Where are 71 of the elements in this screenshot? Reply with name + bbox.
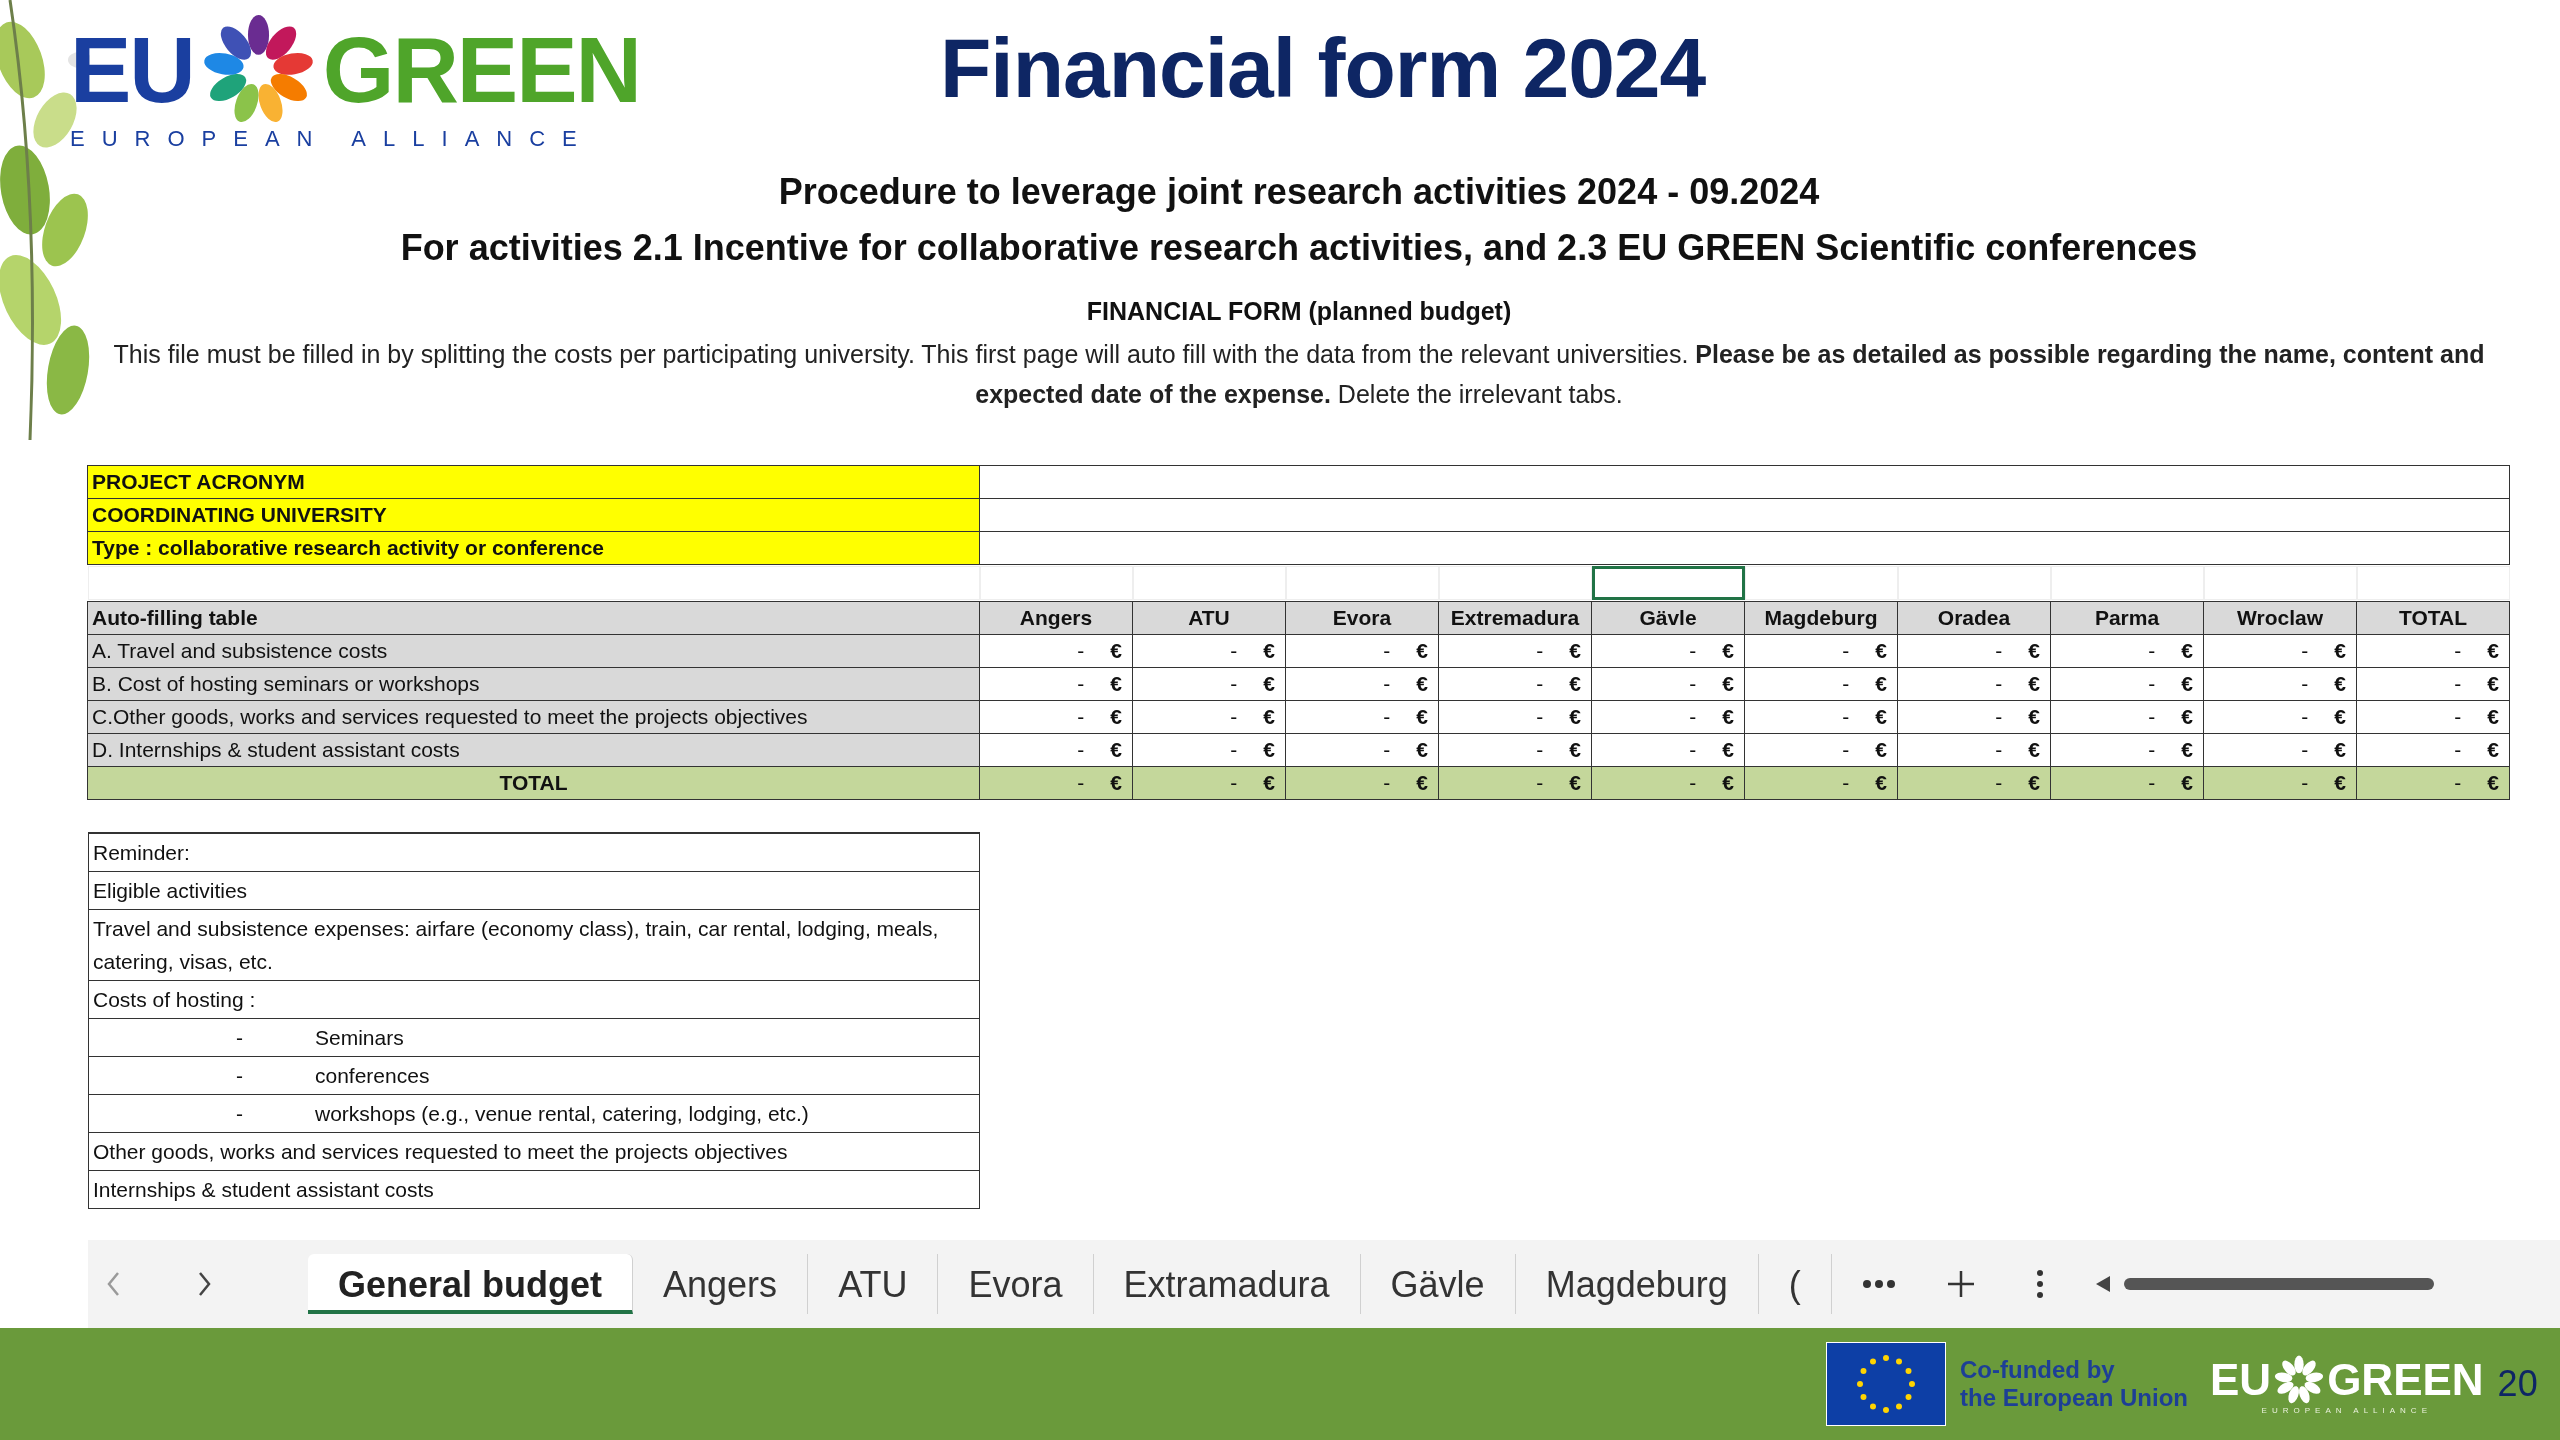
row-label-cell: C.Other goods, works and services requested to meet the projects objectives	[87, 700, 980, 734]
amount-cell: - €	[2050, 766, 2204, 800]
bullet-dash: -	[235, 1101, 244, 1127]
reminder-cell: Eligible activities	[88, 872, 980, 910]
funding-text: the European Union	[1960, 1384, 2188, 1412]
amount-cell: - €	[2203, 766, 2357, 800]
menu-icon[interactable]	[2035, 1269, 2044, 1299]
table-header-cell: Auto-filling table	[87, 601, 980, 635]
row-label-cell: B. Cost of hosting seminars or workshops	[87, 667, 980, 701]
eu-flag-icon	[1826, 1342, 1946, 1426]
column-header: Evora	[1285, 601, 1439, 635]
info-value-cell[interactable]	[979, 465, 2510, 499]
info-label-cell: COORDINATING UNIVERSITY	[87, 498, 980, 532]
reminder-cell: Travel and subsistence expenses: airfare (economy class), train, car rental, lodging, meals, catering, visas, etc.	[88, 910, 980, 981]
info-label-cell: Type : collaborative research activity or conference	[87, 531, 980, 565]
amount-cell: - €	[1438, 766, 1592, 800]
reminder-cell: Other goods, works and services requested to meet the projects objectives	[88, 1133, 980, 1171]
row-label-cell: A. Travel and subsistence costs	[87, 634, 980, 668]
sheet-tab[interactable]: General budget	[308, 1254, 634, 1314]
reminder-cell: Internships & student assistant costs	[88, 1171, 980, 1209]
logo-text: EU	[2210, 1354, 2272, 1405]
column-header: Angers	[979, 601, 1133, 635]
logo-text: EU	[70, 17, 194, 123]
column-header: TOTAL	[2356, 601, 2510, 635]
sheet-tab[interactable]: Extramadura	[1093, 1254, 1361, 1314]
logo-tagline: EUROPEAN ALLIANCE	[70, 126, 595, 152]
amount-cell: - €	[1285, 766, 1439, 800]
slide-title: Financial form 2024	[940, 20, 1706, 117]
row-label-cell: TOTAL	[87, 766, 980, 800]
instructions-text: This file must be filled in by splitting the costs per participating university. This first page will auto fill with the data from the relevant universities. Please be as detailed as possible regarding the name, content and expected date of the expense. Delete the irrelevant tabs.	[112, 339, 2486, 410]
column-header: Gävle	[1591, 601, 1745, 635]
logo-text: GREEN	[2327, 1354, 2484, 1405]
info-label-cell: PROJECT ACRONYM	[87, 465, 980, 499]
more-icon[interactable]	[1861, 1279, 1896, 1289]
reminder-item: workshops (e.g., venue rental, catering, lodging, etc.)	[315, 1101, 809, 1127]
column-header: ATU	[1132, 601, 1286, 635]
bullet-dash: -	[235, 1025, 244, 1051]
reminder-cell: Costs of hosting :	[88, 981, 980, 1019]
sheet-tab[interactable]: Gävle	[1360, 1254, 1516, 1314]
sheet-tab[interactable]: Angers	[633, 1254, 809, 1314]
sheet-heading: For activities 2.1 Incentive for collaborative research activities, and 2.3 EU GREEN Scientific conferences	[400, 227, 2198, 269]
reminder-item: conferences	[315, 1063, 430, 1089]
column-header: Extremadura	[1438, 601, 1592, 635]
row-label-cell: D. Internships & student assistant costs	[87, 733, 980, 767]
spreadsheet-cell[interactable]	[1592, 566, 1745, 600]
amount-cell: - €	[1897, 766, 2051, 800]
amount-cell: - €	[2356, 766, 2510, 800]
bullet-dash: -	[235, 1063, 244, 1089]
page-number: 20	[2497, 1363, 2538, 1405]
amount-cell: - €	[1744, 766, 1898, 800]
info-value-cell[interactable]	[979, 531, 2510, 565]
sheet-tab[interactable]: (	[1758, 1254, 1832, 1314]
column-header: Magdeburg	[1744, 601, 1898, 635]
logo-text: GREEN	[322, 17, 640, 123]
reminder-item: Seminars	[315, 1025, 404, 1051]
flower-logo-icon	[2273, 1353, 2326, 1406]
column-header: Wroclaw	[2203, 601, 2357, 635]
amount-cell: - €	[979, 766, 1133, 800]
amount-cell: - €	[1591, 766, 1745, 800]
form-title: FINANCIAL FORM (planned budget)	[1085, 297, 1513, 326]
sheet-heading: Procedure to leverage joint research activities 2024 - 09.2024	[778, 171, 1820, 213]
logo-tagline: EUROPEAN ALLIANCE	[2261, 1405, 2432, 1415]
sheet-tab[interactable]: ATU	[808, 1254, 939, 1314]
add-sheet-icon[interactable]	[1945, 1269, 1976, 1299]
reminder-cell: Reminder:	[88, 834, 980, 872]
column-header: Oradea	[1897, 601, 2051, 635]
column-header: Parma	[2050, 601, 2204, 635]
funding-text: Co-funded by	[1960, 1356, 2116, 1384]
sheet-tab[interactable]: Evora	[938, 1254, 1094, 1314]
amount-cell: - €	[1132, 766, 1286, 800]
sheet-tab[interactable]: Magdeburg	[1515, 1254, 1759, 1314]
